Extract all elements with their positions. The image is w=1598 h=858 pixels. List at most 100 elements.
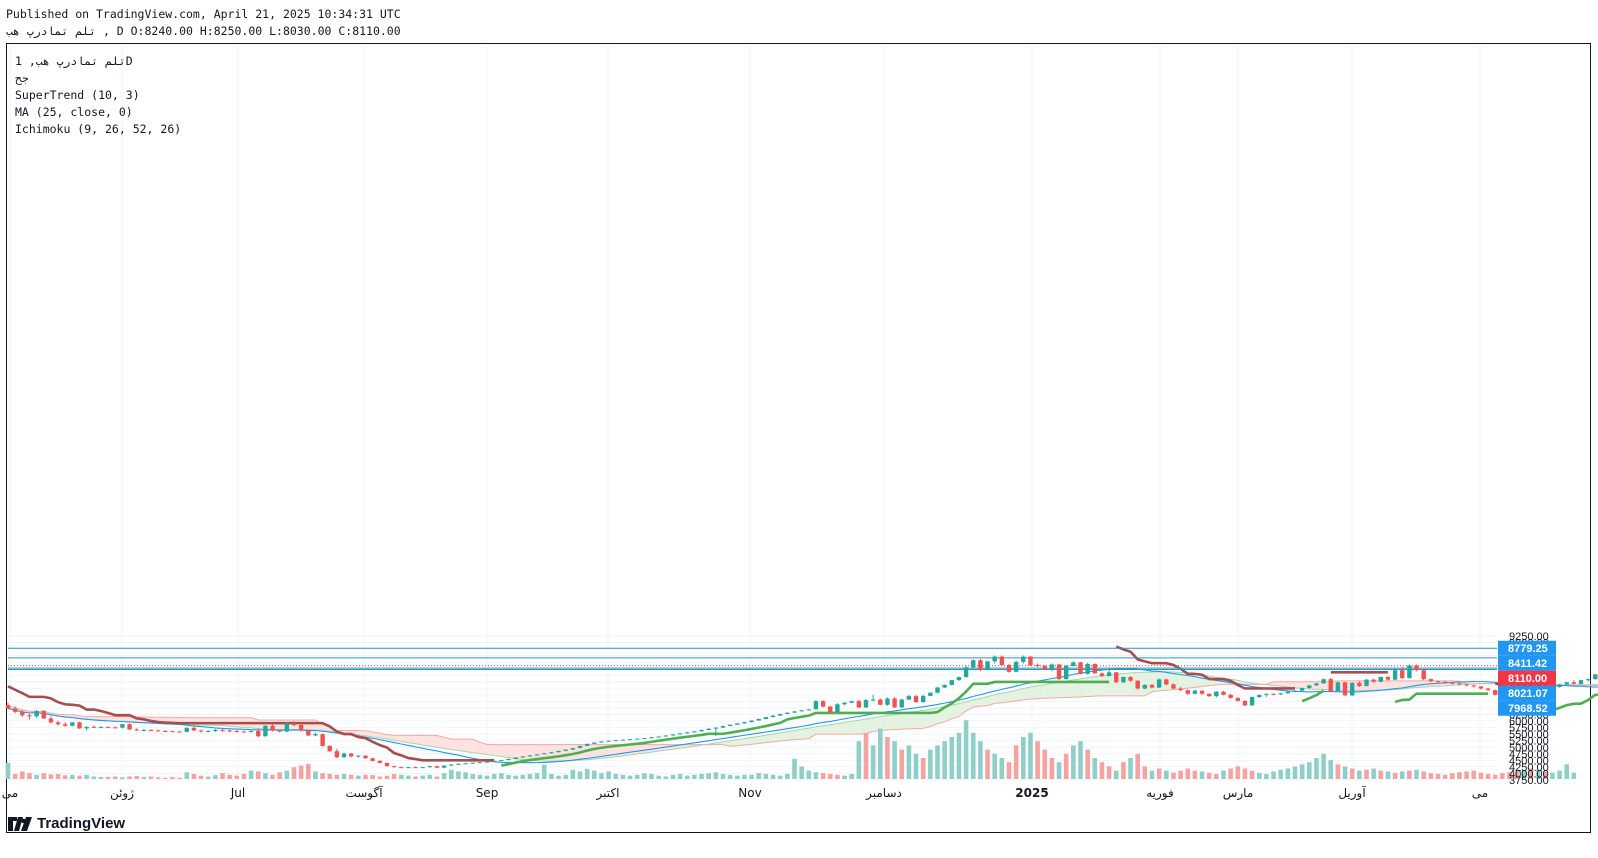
- volume-bar: [1092, 758, 1098, 779]
- candle-body: [1357, 682, 1362, 686]
- volume-bar: [98, 776, 104, 779]
- volume-bar: [1349, 768, 1355, 779]
- volume-bar: [506, 774, 511, 779]
- candle-body: [399, 767, 404, 769]
- volume-bar: [835, 774, 840, 779]
- volume-bar: [1442, 774, 1448, 779]
- volume-bar: [806, 770, 812, 779]
- price-label-text: 8779.25: [1508, 643, 1548, 655]
- volume-bar: [1371, 768, 1376, 779]
- volume-bar: [1314, 758, 1319, 779]
- volume-bar: [77, 775, 82, 779]
- candle-body: [234, 731, 239, 733]
- volume-bar: [777, 775, 783, 779]
- candle-body: [1478, 686, 1484, 689]
- candle-body: [1178, 688, 1183, 691]
- volume-bar: [863, 732, 869, 779]
- volume-bar: [842, 775, 847, 779]
- volume-bar: [527, 773, 533, 779]
- volume-bar: [248, 770, 254, 779]
- volume-bar: [177, 777, 182, 779]
- volume-bar: [1471, 770, 1477, 779]
- supertrend-up-line: [1551, 693, 1598, 712]
- candle-body: [184, 727, 189, 732]
- candle-body: [1056, 664, 1062, 680]
- cloud-segment: [522, 744, 530, 761]
- legend-supertrend[interactable]: SuperTrend (10, 3): [15, 87, 181, 104]
- volume-bar: [770, 774, 776, 779]
- volume-bar: [298, 765, 304, 779]
- candle-body: [506, 759, 511, 761]
- cloud-segment: [1001, 691, 1009, 703]
- volume-bar: [1221, 770, 1226, 779]
- volume-bar: [892, 741, 897, 779]
- candle-body: [892, 698, 897, 708]
- candle-body: [899, 699, 904, 708]
- candle-body: [928, 692, 933, 696]
- volume-bar: [599, 773, 604, 779]
- candle-body: [1493, 690, 1498, 695]
- tradingview-logo[interactable]: TradingView: [8, 815, 125, 832]
- volume-bar: [270, 774, 275, 779]
- volume-bar: [356, 775, 361, 779]
- candle-body: [856, 701, 862, 708]
- volume-bar: [1142, 766, 1148, 779]
- candle-body: [942, 684, 947, 688]
- volume-bar: [105, 776, 111, 779]
- x-axis: می ژوئن Jul آگوست Sep اکتبر Nov دسامبر 2025 فوریه…: [2, 785, 1488, 801]
- candle-body: [913, 696, 919, 703]
- candle-body: [91, 726, 96, 728]
- cloud-segment: [465, 739, 473, 753]
- volume-bar: [1228, 768, 1233, 779]
- volume-bar: [1249, 770, 1255, 779]
- candle-body: [1435, 681, 1441, 683]
- cloud-segment: [565, 744, 573, 761]
- volume-bar: [720, 773, 726, 779]
- candle-body: [1271, 693, 1276, 695]
- volume-bar: [885, 737, 890, 779]
- volume-bar: [477, 774, 483, 779]
- volume-bar: [1378, 770, 1384, 779]
- volume-bar: [513, 775, 518, 779]
- candle-body: [635, 738, 640, 740]
- volume-bar: [1063, 753, 1069, 779]
- volume-bar: [41, 773, 47, 779]
- candle-body: [720, 726, 726, 728]
- cloud-segment: [1080, 677, 1088, 697]
- volume-bar: [5, 763, 11, 779]
- legend-ichimoku[interactable]: Ichimoku (9, 26, 52, 26): [15, 121, 181, 138]
- candle-body: [270, 725, 275, 731]
- legend-symbol[interactable]: تلم تمادرپ هب, 1D: [15, 53, 181, 70]
- candle-body: [127, 724, 132, 730]
- candle-body: [1006, 664, 1012, 672]
- volume-bar: [1328, 760, 1334, 779]
- volume-bar: [120, 777, 125, 779]
- cloud-segment: [1101, 675, 1110, 696]
- volume-bar: [756, 773, 762, 779]
- price-chart[interactable]: 9250.009000.008750.008500.008250.008000.…: [0, 0, 1598, 858]
- volume-bar: [1571, 772, 1577, 779]
- candle-body: [1114, 672, 1119, 683]
- candle-body: [370, 758, 375, 761]
- candle-body: [956, 677, 962, 681]
- volume-bar: [470, 773, 476, 779]
- candle-body: [141, 729, 147, 731]
- volume-bar: [277, 772, 282, 779]
- candle-body: [1328, 679, 1333, 692]
- candle-body: [1249, 696, 1255, 706]
- volume-bar: [620, 774, 626, 779]
- candle-body: [363, 755, 368, 759]
- volume-bar: [1121, 762, 1126, 779]
- candle-body: [1064, 666, 1069, 680]
- legend-ma[interactable]: MA (25, close, 0): [15, 104, 181, 121]
- volume-bar: [1214, 773, 1219, 779]
- volume-bar: [799, 766, 804, 779]
- volume-bar: [12, 773, 18, 779]
- cloud-segment: [887, 714, 895, 730]
- volume-bar: [384, 775, 390, 779]
- volume-bar: [1206, 772, 1212, 779]
- candle-body: [1342, 682, 1348, 696]
- volume-bar: [291, 767, 297, 779]
- volume-bar: [1357, 770, 1362, 779]
- candle-body: [699, 729, 704, 732]
